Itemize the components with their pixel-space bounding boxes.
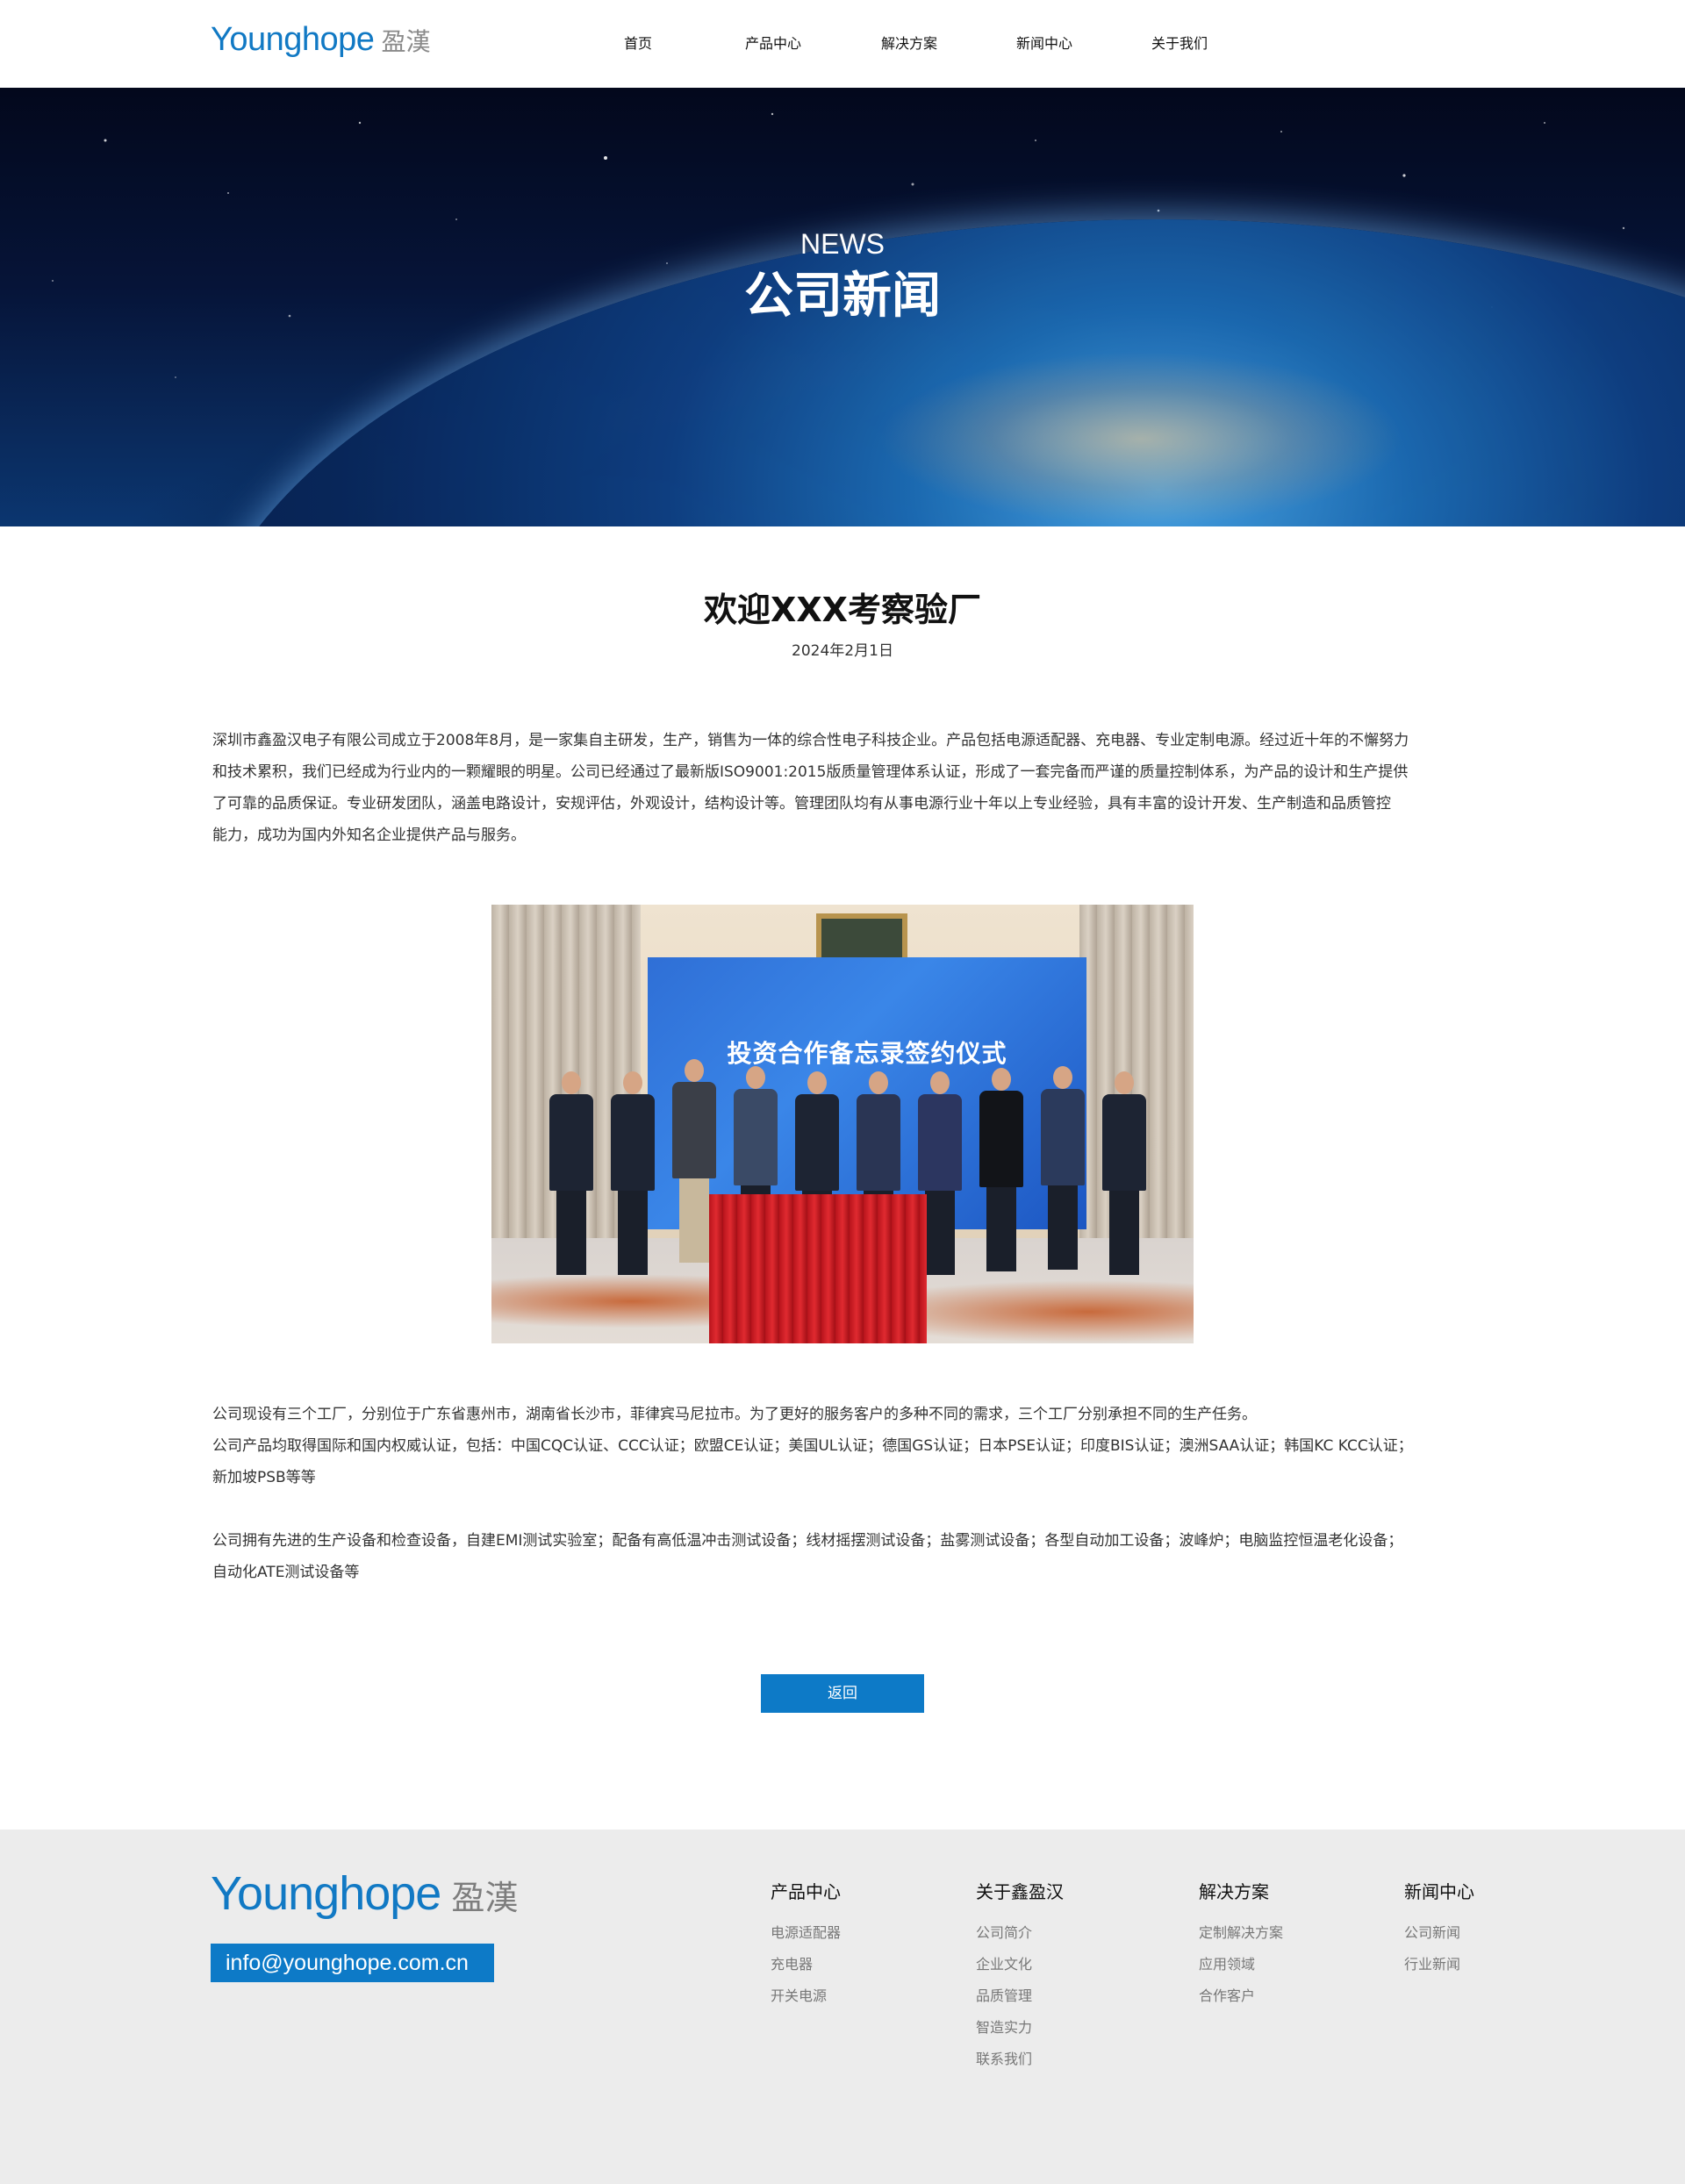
- footer-link[interactable]: 合作客户: [1199, 1980, 1283, 2012]
- site-header: Younghope 盈漢 首页 产品中心 解决方案 新闻中心 关于我们: [0, 0, 1685, 88]
- footer-column-title: 解决方案: [1199, 1881, 1269, 1902]
- paragraph-line: 了可靠的品质保证。专业研发团队，涵盖电路设计，安规评估，外观设计，结构设计等。管…: [212, 795, 1391, 813]
- footer-column-news: 新闻中心 公司新闻 行业新闻: [1404, 1878, 1474, 1980]
- footer-link[interactable]: 应用领域: [1199, 1949, 1283, 1980]
- paragraph-line: 和技术累积，我们已经成为行业内的一颗耀眼的明星。公司已经通过了最新版ISO900…: [212, 763, 1409, 781]
- article-paragraph-equipment: 公司拥有先进的生产设备和检查设备，自建EMI测试实验室；配备有高低温冲击测试设备…: [212, 1525, 1476, 1588]
- paragraph-line: 自动化ATE测试设备等: [212, 1564, 360, 1581]
- footer-link[interactable]: 企业文化: [976, 1949, 1064, 1980]
- nav-item-products[interactable]: 产品中心: [745, 32, 801, 53]
- article-title: 欢迎XXX考察验厂: [704, 591, 981, 629]
- footer-link[interactable]: 充电器: [771, 1949, 841, 1980]
- footer-link[interactable]: 品质管理: [976, 1980, 1064, 2012]
- main-nav: 首页 产品中心 解决方案 新闻中心 关于我们: [0, 0, 1685, 88]
- footer-email[interactable]: info@younghope.com.cn: [211, 1944, 494, 1982]
- footer-link[interactable]: 电源适配器: [771, 1917, 841, 1949]
- photo-person: [1036, 1066, 1088, 1277]
- footer-link[interactable]: 公司新闻: [1404, 1917, 1474, 1949]
- footer-link[interactable]: 智造实力: [976, 2012, 1064, 2044]
- footer-column-products: 产品中心 电源适配器 充电器 开关电源: [771, 1878, 841, 2012]
- paragraph-line: 深圳市鑫盈汉电子有限公司成立于2008年8月，是一家集自主研发，生产，销售为一体…: [212, 732, 1409, 749]
- footer-link[interactable]: 行业新闻: [1404, 1949, 1474, 1980]
- footer-link[interactable]: 联系我们: [976, 2044, 1064, 2075]
- article-paragraph-factories: 公司现设有三个工厂，分别位于广东省惠州市，湖南省长沙市，菲律宾马尼拉市。为了更好…: [212, 1399, 1476, 1493]
- article-paragraph-intro: 深圳市鑫盈汉电子有限公司成立于2008年8月，是一家集自主研发，生产，销售为一体…: [212, 725, 1476, 851]
- footer-column-title: 关于鑫盈汉: [976, 1881, 1064, 1902]
- paragraph-line: 公司拥有先进的生产设备和检查设备，自建EMI测试实验室；配备有高低温冲击测试设备…: [212, 1532, 1403, 1550]
- nav-item-solutions[interactable]: 解决方案: [881, 32, 937, 53]
- footer-column-title: 产品中心: [771, 1881, 841, 1902]
- footer-column-solutions: 解决方案 定制解决方案 应用领域 合作客户: [1199, 1878, 1283, 2012]
- banner-title: 公司新闻: [744, 268, 941, 325]
- nav-item-news[interactable]: 新闻中心: [1016, 32, 1072, 53]
- footer-column-about: 关于鑫盈汉 公司简介 企业文化 品质管理 智造实力 联系我们: [976, 1878, 1064, 2075]
- photo-person: [974, 1068, 1027, 1278]
- nav-item-about[interactable]: 关于我们: [1151, 32, 1208, 53]
- footer-link[interactable]: 开关电源: [771, 1980, 841, 2012]
- footer-logo-wordmark: Younghope: [211, 1867, 441, 1920]
- footer-column-title: 新闻中心: [1404, 1881, 1474, 1902]
- city-lights-glow: [878, 351, 1404, 526]
- paragraph-line: 公司现设有三个工厂，分别位于广东省惠州市，湖南省长沙市，菲律宾马尼拉市。为了更好…: [212, 1406, 1257, 1423]
- footer-link[interactable]: 公司简介: [976, 1917, 1064, 1949]
- article-date: 2024年2月1日: [792, 642, 893, 660]
- photo-person: [606, 1071, 658, 1282]
- footer-logo-chinese: 盈漢: [451, 1879, 519, 1917]
- nav-item-home[interactable]: 首页: [624, 32, 652, 53]
- article-photo: 投资合作备忘录签约仪式: [491, 905, 1194, 1343]
- footer-link[interactable]: 定制解决方案: [1199, 1917, 1283, 1949]
- photo-person: [544, 1071, 597, 1282]
- paragraph-line: 公司产品均取得国际和国内权威认证，包括：中国CQC认证、CCC认证；欧盟CE认证…: [212, 1437, 1413, 1455]
- hero-banner: NEWS 公司新闻: [0, 88, 1685, 526]
- photo-red-table: [709, 1194, 927, 1343]
- paragraph-line: 新加坡PSB等等: [212, 1469, 316, 1486]
- back-button[interactable]: 返回: [761, 1674, 924, 1713]
- photo-person: [1097, 1071, 1150, 1282]
- footer-logo[interactable]: Younghope 盈漢: [211, 1866, 518, 1921]
- paragraph-line: 能力，成功为国内外知名企业提供产品与服务。: [212, 827, 526, 844]
- site-footer: Younghope 盈漢 info@younghope.com.cn 产品中心 …: [0, 1830, 1685, 2184]
